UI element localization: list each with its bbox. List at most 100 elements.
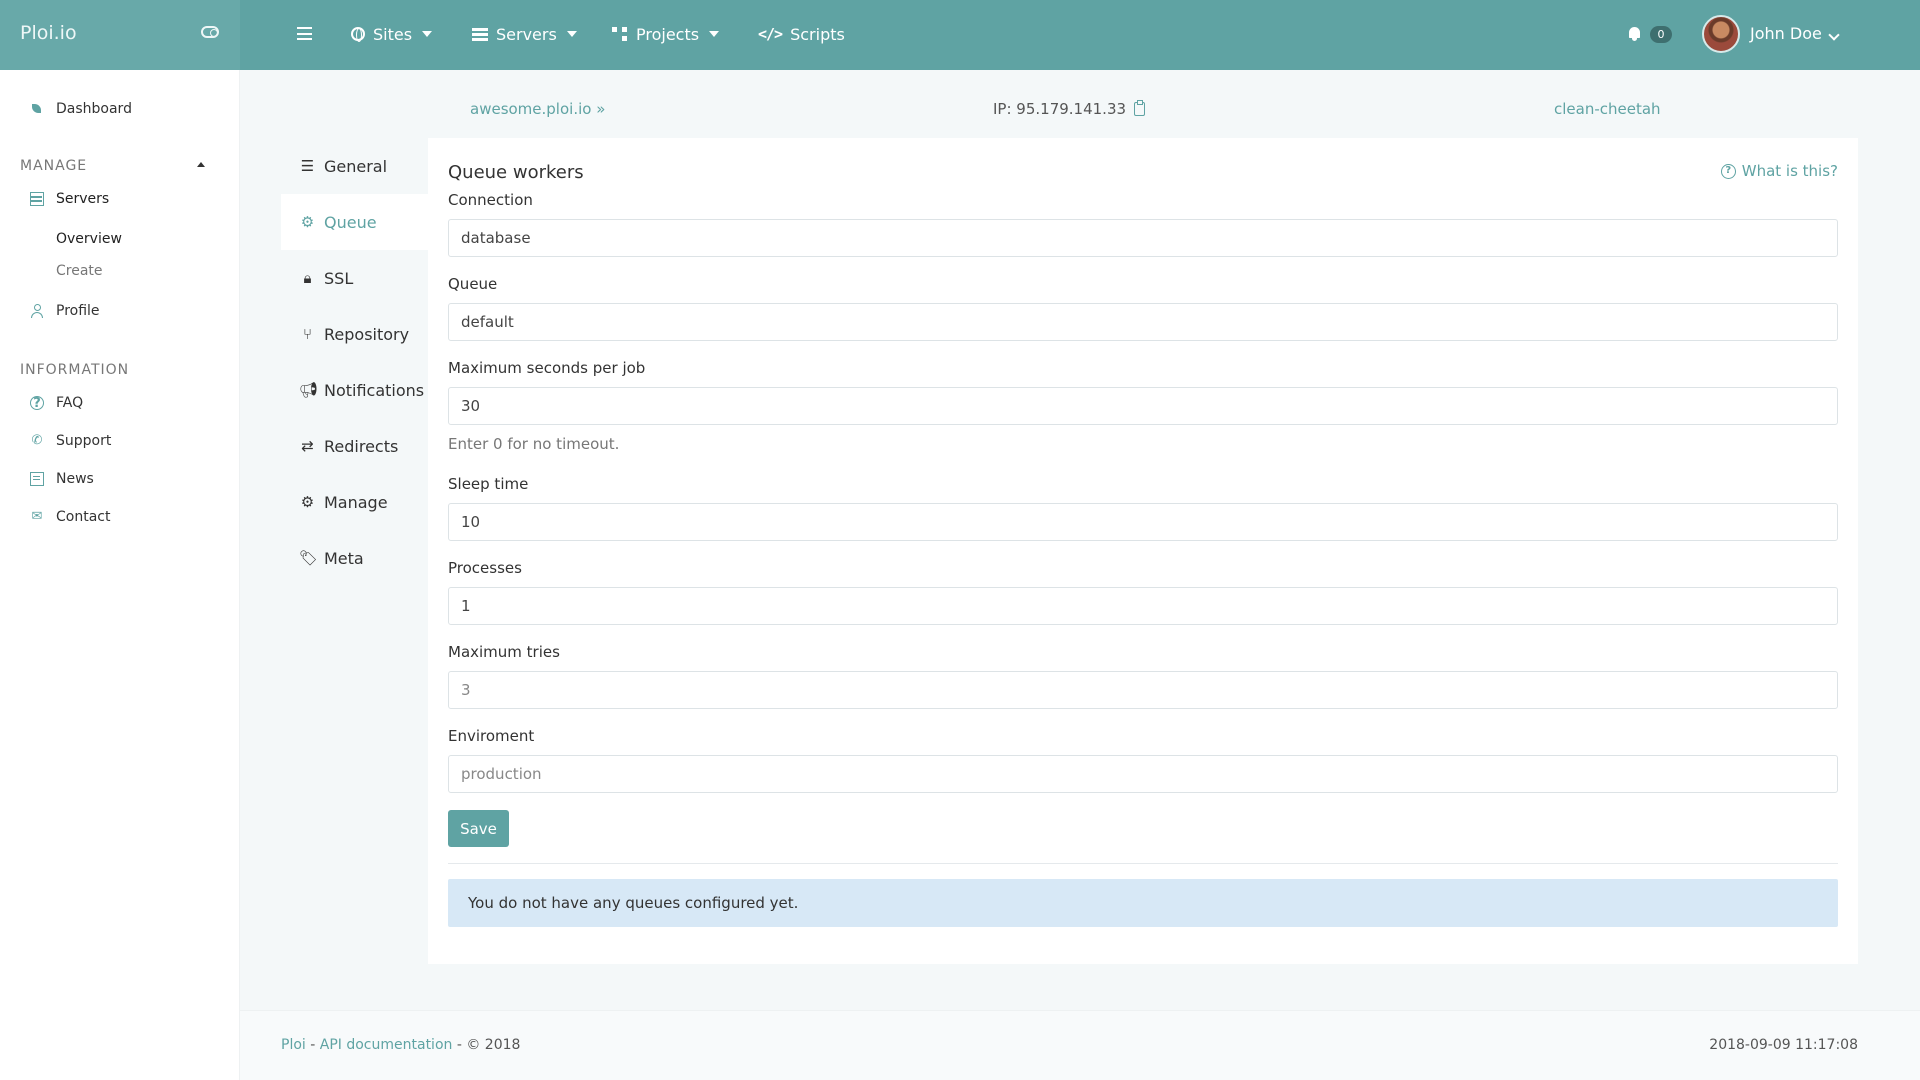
what-is-this-link[interactable]: ? What is this? xyxy=(1720,162,1838,180)
sidebar-item-label: Support xyxy=(56,433,112,449)
ip-address: IP: 95.179.141.33 xyxy=(993,100,1127,118)
sidebar-subitem-overview[interactable]: Overview xyxy=(56,231,122,247)
tab-label: Manage xyxy=(324,492,388,512)
server-icon xyxy=(472,27,488,41)
nav-projects-label: Projects xyxy=(636,24,700,44)
sidebar-item-label: FAQ xyxy=(56,395,84,411)
double-chevron-right-icon: » xyxy=(596,100,606,118)
bell-icon[interactable] xyxy=(1628,27,1641,41)
nav-projects[interactable]: Projects xyxy=(612,22,720,46)
sidebar-item-dashboard[interactable]: Dashboard xyxy=(30,101,132,117)
site-link[interactable]: awesome.ploi.io » xyxy=(470,100,605,118)
tab-label: Queue xyxy=(324,212,377,232)
tab-manage[interactable]: ⚙ Manage xyxy=(281,474,428,530)
max-tries-label: Maximum tries xyxy=(448,643,560,661)
sidebar: Dashboard MANAGE Servers Overview Create… xyxy=(0,70,240,1080)
empty-queues-notice: You do not have any queues configured ye… xyxy=(448,879,1838,927)
tab-redirects[interactable]: ⇄ Redirects xyxy=(281,418,428,474)
divider xyxy=(448,863,1838,864)
footer-links: Ploi - API documentation - © 2018 xyxy=(281,1037,520,1053)
sidebar-item-news[interactable]: News xyxy=(30,471,94,487)
sidebar-item-support[interactable]: ✆ Support xyxy=(30,433,112,449)
user-icon xyxy=(30,304,44,318)
tab-general[interactable]: ☰ General xyxy=(281,138,428,194)
max-seconds-label: Maximum seconds per job xyxy=(448,359,646,377)
sidebar-toggle-icon[interactable] xyxy=(201,26,219,38)
nav-servers[interactable]: Servers xyxy=(472,22,577,46)
hamburger-menu-icon[interactable] xyxy=(297,27,312,40)
globe-icon xyxy=(351,27,365,42)
newspaper-icon xyxy=(30,472,44,486)
tab-ssl[interactable]: 🔒︎ SSL xyxy=(281,250,428,306)
max-tries-field[interactable] xyxy=(448,671,1838,709)
user-name[interactable]: John Doe xyxy=(1750,24,1822,43)
connection-field[interactable] xyxy=(448,219,1838,257)
top-navbar: Ploi.io Sites Servers Projects </> Scrip… xyxy=(0,0,1920,70)
brand-area: Ploi.io xyxy=(0,0,240,70)
clipboard-icon[interactable] xyxy=(1134,100,1146,116)
megaphone-icon: 📢︎ xyxy=(299,381,319,399)
code-icon: </> xyxy=(758,25,783,43)
nav-sites-label: Sites xyxy=(373,24,413,44)
nav-sites[interactable]: Sites xyxy=(351,22,433,46)
exchange-icon: ⇄ xyxy=(301,437,314,455)
sidebar-item-label: Dashboard xyxy=(56,101,132,117)
sidebar-item-label: Profile xyxy=(56,303,100,319)
queue-workers-panel: Queue workers ? What is this? Connection… xyxy=(428,138,1858,964)
help-label: What is this? xyxy=(1741,162,1838,180)
sidebar-item-profile[interactable]: Profile xyxy=(30,303,100,319)
server-icon xyxy=(30,192,44,206)
avatar[interactable] xyxy=(1702,15,1740,53)
max-seconds-field[interactable] xyxy=(448,387,1838,425)
nav-scripts[interactable]: </> Scripts xyxy=(758,22,845,46)
environment-field[interactable] xyxy=(448,755,1838,793)
chevron-down-icon[interactable] xyxy=(1828,29,1840,41)
sidebar-heading-information: INFORMATION xyxy=(20,362,130,378)
footer-timestamp: 2018-09-09 11:17:08 xyxy=(1709,1037,1858,1053)
sidebar-item-faq[interactable]: ? FAQ xyxy=(30,395,83,411)
tab-label: Meta xyxy=(324,548,364,568)
processes-label: Processes xyxy=(448,559,522,577)
sidebar-subitem-create[interactable]: Create xyxy=(56,263,103,279)
timeout-hint: Enter 0 for no timeout. xyxy=(448,435,620,453)
sitemap-icon xyxy=(612,27,628,41)
server-ip: IP: 95.179.141.33 xyxy=(993,100,1146,118)
brand-logo[interactable]: Ploi.io xyxy=(20,22,77,44)
tab-notifications[interactable]: 📢︎ Notifications xyxy=(281,362,428,418)
tab-queue[interactable]: ⚙ Queue xyxy=(281,194,428,250)
processes-field[interactable] xyxy=(448,587,1838,625)
sleep-time-field[interactable] xyxy=(448,503,1838,541)
sidebar-item-label: News xyxy=(56,471,94,487)
ploi-link[interactable]: Ploi xyxy=(281,1037,306,1053)
sleep-time-label: Sleep time xyxy=(448,475,529,493)
caret-up-icon[interactable] xyxy=(197,162,205,167)
copyright: - © 2018 xyxy=(452,1037,521,1053)
sidebar-item-label: Servers xyxy=(56,191,110,207)
tab-meta[interactable]: 🏷︎ Meta xyxy=(281,530,428,586)
footer-separator: - xyxy=(305,1037,320,1053)
caret-down-icon xyxy=(709,31,720,37)
question-circle-icon: ? xyxy=(1720,163,1736,179)
save-button[interactable]: Save xyxy=(448,810,509,847)
notification-count-badge: 0 xyxy=(1650,26,1672,43)
tab-repository[interactable]: ⑂ Repository xyxy=(281,306,428,362)
tag-icon: 🏷︎ xyxy=(299,549,319,567)
branch-icon: ⑂ xyxy=(302,325,312,343)
environment-label: Enviroment xyxy=(448,727,535,745)
queue-field[interactable] xyxy=(448,303,1838,341)
server-name-link[interactable]: clean-cheetah xyxy=(1554,100,1661,118)
footer: Ploi - API documentation - © 2018 2018-0… xyxy=(240,1010,1920,1080)
sidebar-item-contact[interactable]: ✉ Contact xyxy=(30,509,111,525)
connection-label: Connection xyxy=(448,191,533,209)
site-name: awesome.ploi.io xyxy=(470,100,592,118)
api-documentation-link[interactable]: API documentation xyxy=(320,1037,453,1053)
nav-servers-label: Servers xyxy=(496,24,557,44)
tab-label: Redirects xyxy=(324,436,399,456)
question-circle-icon: ? xyxy=(30,396,44,411)
phone-icon: ✆ xyxy=(31,433,43,448)
gear-icon: ⚙ xyxy=(300,213,315,231)
gears-icon: ⚙ xyxy=(300,493,315,511)
panel-title: Queue workers xyxy=(448,162,584,183)
sidebar-item-servers[interactable]: Servers xyxy=(30,191,109,207)
nav-scripts-label: Scripts xyxy=(790,24,845,44)
